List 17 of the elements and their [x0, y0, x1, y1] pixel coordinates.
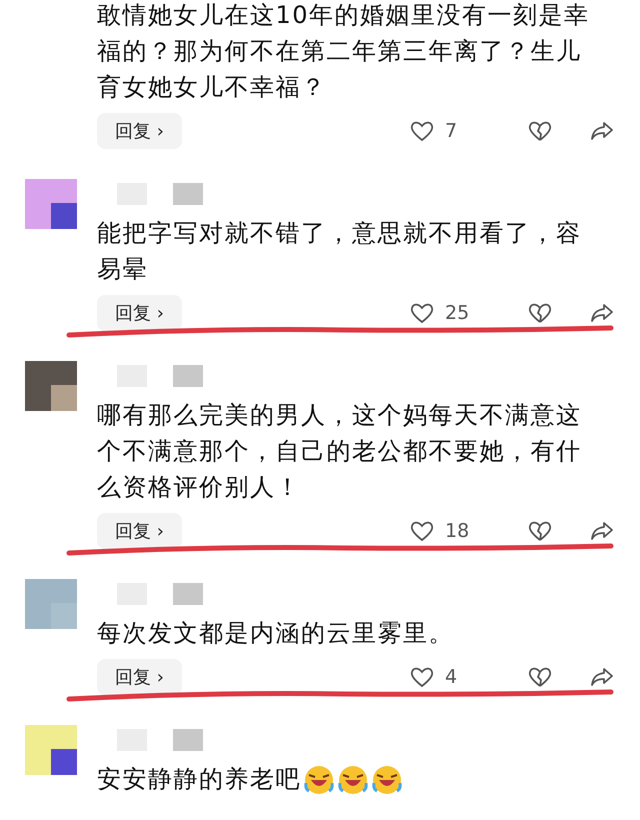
- comment-text: 每次发文都是内涵的云里雾里。: [97, 618, 455, 649]
- comment-text: 敢情她女儿在这10年的婚姻里没有一刻是幸福的？那为何不在第二年第三年离了？生儿育女她女儿不幸福？: [97, 0, 591, 103]
- reply-button[interactable]: 回复 ›: [97, 513, 182, 549]
- blurred-name: [173, 365, 203, 387]
- like-count: 25: [445, 302, 470, 324]
- comment-text: 安安静静的养老吧: [97, 761, 592, 797]
- blurred-name: [173, 729, 203, 751]
- like-count: 4: [445, 666, 458, 688]
- reply-button[interactable]: 回复 ›: [97, 295, 182, 331]
- comment-text: 能把字写对就不错了，意思就不用看了，容易晕: [97, 218, 582, 285]
- reply-button[interactable]: 回复 ›: [97, 659, 182, 695]
- reply-button[interactable]: 回复 ›: [97, 113, 182, 149]
- like-count: 18: [445, 520, 470, 542]
- blurred-name: [173, 183, 203, 205]
- like-count: 7: [445, 120, 458, 142]
- blurred-name: [173, 583, 203, 605]
- comment-text: 哪有那么完美的男人，这个妈每天不满意这个不满意那个，自己的老公都不要她，有什么资格评价别人！: [97, 400, 582, 503]
